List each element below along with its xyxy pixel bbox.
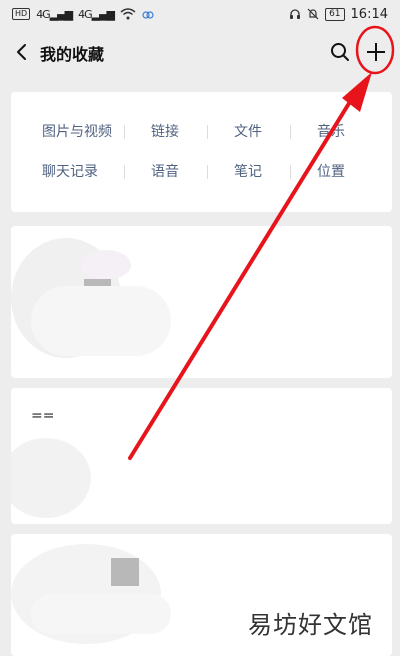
category-filter-card: 图片与视频 链接 文件 音乐 聊天记录 语音 笔记 位置 [11,92,392,212]
signal-icon-2: 4G▂▄▆ [78,7,115,21]
blurred-avatar [11,438,91,518]
favorite-item-card[interactable] [11,226,392,378]
favorite-item-text: == [31,408,55,424]
blurred-image [111,558,139,586]
headphone-icon [290,9,301,19]
battery-indicator: 61 [325,7,345,21]
nav-bar: 我的收藏 [0,28,400,76]
blurred-text [31,594,171,634]
back-arrow-icon[interactable] [12,42,32,62]
watermark-text: 易坊好文馆 [248,611,373,639]
category-voice[interactable]: 语音 [124,160,206,184]
category-files[interactable]: 文件 [207,120,289,144]
page-title: 我的收藏 [40,45,105,64]
category-chat-history[interactable]: 聊天记录 [29,160,111,184]
mute-bell-icon [307,8,319,20]
status-bar: HD 4G▂▄▆ 4G▂▄▆ 61 16:14 [0,0,400,28]
category-location[interactable]: 位置 [290,160,372,184]
add-icon[interactable] [364,40,388,64]
cloud-icon [142,11,154,19]
category-links[interactable]: 链接 [124,120,206,144]
blurred-text [31,286,171,356]
category-row-2: 聊天记录 语音 笔记 位置 [11,160,392,184]
status-time: 16:14 [350,6,388,22]
blurred-thumbnail [81,250,131,280]
search-icon[interactable] [330,42,350,62]
favorite-item-card[interactable]: == [11,388,392,524]
hd-badge: HD [12,8,31,20]
wifi-icon [120,8,136,20]
signal-icon-1: 4G▂▄▆ [36,7,73,21]
category-notes[interactable]: 笔记 [207,160,289,184]
category-music[interactable]: 音乐 [290,120,372,144]
category-images-videos[interactable]: 图片与视频 [36,120,118,144]
category-row-1: 图片与视频 链接 文件 音乐 [11,120,392,144]
